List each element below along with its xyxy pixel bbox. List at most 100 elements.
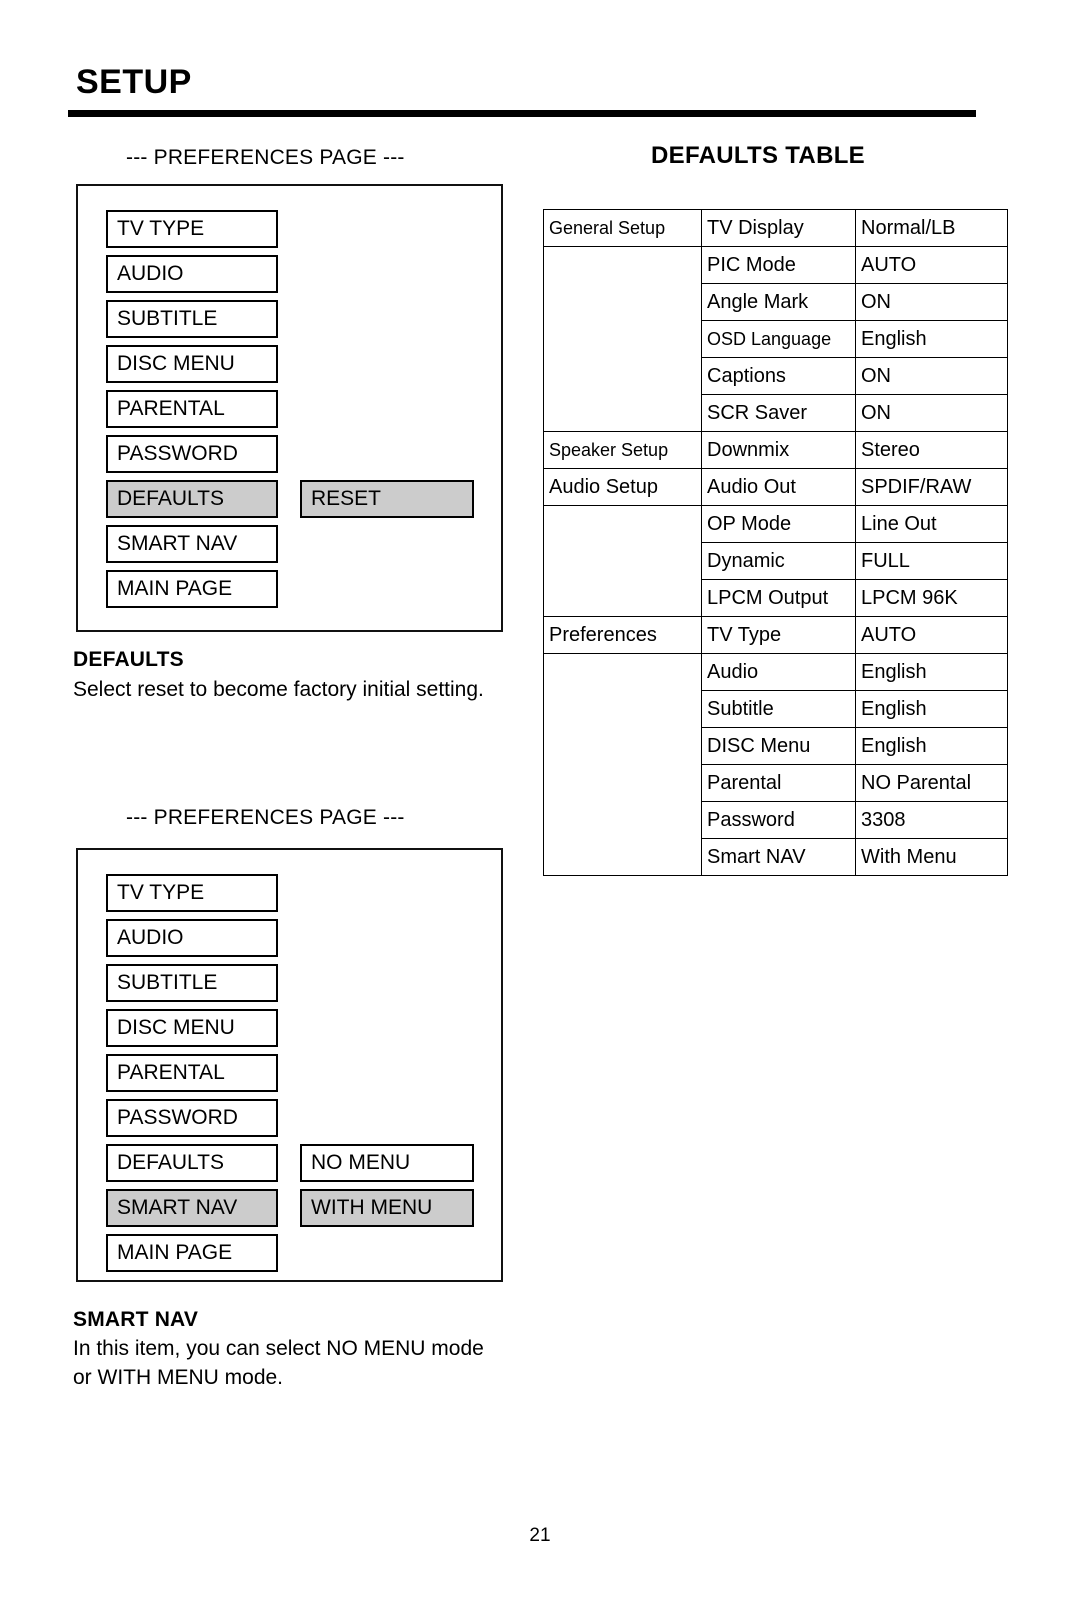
table-cell-item: OSD Language [701, 320, 856, 358]
table-row: Smart NAV With Menu [543, 838, 1008, 876]
table-row: Preferences TV Type AUTO [543, 616, 1008, 654]
smart-nav-heading: SMART NAV [73, 1308, 199, 1331]
table-row: Password 3308 [543, 801, 1008, 839]
menu-item-password[interactable]: PASSWORD [106, 1099, 278, 1137]
table-cell-item: LPCM Output [701, 579, 856, 617]
preferences-menu-panel-1: TV TYPE AUDIO SUBTITLE DISC MENU PARENTAL PAS… [76, 184, 503, 632]
table-cell-item: TV Type [701, 616, 856, 654]
table-cell-value: With Menu [855, 838, 1008, 876]
table-row: Subtitle English [543, 690, 1008, 728]
table-cell-group: Speaker Setup [543, 431, 702, 469]
table-row: OP Mode Line Out [543, 505, 1008, 543]
table-cell-group: General Setup [543, 209, 702, 247]
table-cell-item: SCR Saver [701, 394, 856, 432]
table-cell-item: Downmix [701, 431, 856, 469]
header-divider [68, 110, 976, 117]
table-cell-group [543, 579, 702, 617]
table-cell-group [543, 727, 702, 765]
menu-option-with-menu[interactable]: WITH MENU [300, 1189, 474, 1227]
menu-item-tv-type[interactable]: TV TYPE [106, 210, 278, 248]
table-cell-value: SPDIF/RAW [855, 468, 1008, 506]
table-cell-item: DISC Menu [701, 727, 856, 765]
table-cell-item: Audio [701, 653, 856, 691]
table-cell-group [543, 653, 702, 691]
table-row: Parental NO Parental [543, 764, 1008, 802]
table-cell-value: Line Out [855, 505, 1008, 543]
table-row: Dynamic FULL [543, 542, 1008, 580]
table-row: LPCM Output LPCM 96K [543, 579, 1008, 617]
menu-item-smart-nav[interactable]: SMART NAV [106, 525, 278, 563]
table-row: Captions ON [543, 357, 1008, 395]
menu-item-password[interactable]: PASSWORD [106, 435, 278, 473]
menu-option-reset[interactable]: RESET [300, 480, 474, 518]
table-cell-group: Preferences [543, 616, 702, 654]
table-cell-group [543, 357, 702, 395]
table-cell-item: OP Mode [701, 505, 856, 543]
table-cell-group: Audio Setup [543, 468, 702, 506]
table-cell-group [543, 283, 702, 321]
defaults-table-title: DEFAULTS TABLE [651, 142, 865, 169]
table-cell-item: Angle Mark [701, 283, 856, 321]
table-cell-value: English [855, 320, 1008, 358]
table-cell-item: TV Display [701, 209, 856, 247]
table-row: Audio English [543, 653, 1008, 691]
table-cell-value: Normal/LB [855, 209, 1008, 247]
menu-option-no-menu[interactable]: NO MENU [300, 1144, 474, 1182]
table-cell-value: AUTO [855, 616, 1008, 654]
menu-item-defaults[interactable]: DEFAULTS [106, 480, 278, 518]
table-row: Angle Mark ON [543, 283, 1008, 321]
preferences-page-caption-2: --- PREFERENCES PAGE --- [126, 806, 405, 829]
menu-item-disc-menu[interactable]: DISC MENU [106, 345, 278, 383]
menu-item-smart-nav[interactable]: SMART NAV [106, 1189, 278, 1227]
table-cell-value: FULL [855, 542, 1008, 580]
menu-item-audio[interactable]: AUDIO [106, 255, 278, 293]
table-cell-value: AUTO [855, 246, 1008, 284]
table-cell-item: Parental [701, 764, 856, 802]
defaults-table: General Setup TV Display Normal/LB PIC Mode… [543, 209, 1008, 876]
table-cell-group [543, 320, 702, 358]
table-cell-group [543, 246, 702, 284]
table-cell-group [543, 838, 702, 876]
table-row: SCR Saver ON [543, 394, 1008, 432]
table-cell-value: 3308 [855, 801, 1008, 839]
table-cell-group [543, 690, 702, 728]
table-row: DISC Menu English [543, 727, 1008, 765]
menu-item-subtitle[interactable]: SUBTITLE [106, 964, 278, 1002]
table-cell-value: English [855, 653, 1008, 691]
table-cell-item: Captions [701, 357, 856, 395]
table-cell-item: Password [701, 801, 856, 839]
menu-item-audio[interactable]: AUDIO [106, 919, 278, 957]
table-row: Audio Setup Audio Out SPDIF/RAW [543, 468, 1008, 506]
table-cell-item: PIC Mode [701, 246, 856, 284]
table-cell-group [543, 764, 702, 802]
table-row: Speaker Setup Downmix Stereo [543, 431, 1008, 469]
table-row: OSD Language English [543, 320, 1008, 358]
table-cell-item: Smart NAV [701, 838, 856, 876]
table-cell-group [543, 801, 702, 839]
menu-item-tv-type[interactable]: TV TYPE [106, 874, 278, 912]
menu-item-parental[interactable]: PARENTAL [106, 1054, 278, 1092]
table-cell-group [543, 542, 702, 580]
table-cell-value: ON [855, 283, 1008, 321]
menu-item-main-page[interactable]: MAIN PAGE [106, 1234, 278, 1272]
defaults-heading: DEFAULTS [73, 648, 184, 671]
table-cell-value: English [855, 727, 1008, 765]
defaults-description: Select reset to become factory initial s… [73, 678, 484, 701]
table-cell-group [543, 394, 702, 432]
menu-item-disc-menu[interactable]: DISC MENU [106, 1009, 278, 1047]
table-cell-value: Stereo [855, 431, 1008, 469]
menu-item-subtitle[interactable]: SUBTITLE [106, 300, 278, 338]
table-row: PIC Mode AUTO [543, 246, 1008, 284]
table-cell-group [543, 505, 702, 543]
table-cell-value: English [855, 690, 1008, 728]
menu-item-defaults[interactable]: DEFAULTS [106, 1144, 278, 1182]
table-cell-item: Subtitle [701, 690, 856, 728]
page-number: 21 [529, 1525, 551, 1546]
page-title: SETUP [76, 63, 192, 101]
preferences-menu-panel-2: TV TYPE AUDIO SUBTITLE DISC MENU PARENTAL PAS… [76, 848, 503, 1282]
smart-nav-description: In this item, you can select NO MENU mod… [73, 1337, 484, 1389]
table-row: General Setup TV Display Normal/LB [543, 209, 1008, 247]
menu-item-main-page[interactable]: MAIN PAGE [106, 570, 278, 608]
menu-item-parental[interactable]: PARENTAL [106, 390, 278, 428]
table-cell-value: LPCM 96K [855, 579, 1008, 617]
